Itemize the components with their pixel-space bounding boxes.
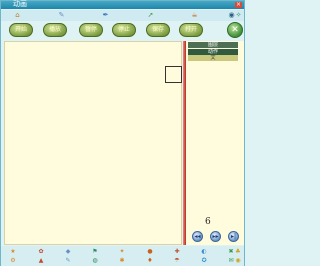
oval-button-3[interactable]: 暂停 xyxy=(79,23,103,37)
oval-button-6[interactable]: 打开 xyxy=(179,23,203,37)
brush-icon[interactable]: ✒ xyxy=(101,11,110,20)
panel-divider[interactable] xyxy=(183,41,186,245)
window-title: 动画 xyxy=(13,0,27,8)
bottom-tool-icon[interactable]: ✱ xyxy=(118,257,126,265)
prev-frame-button[interactable]: ◂◂ xyxy=(192,231,203,242)
bottom-tool-icon[interactable]: ✚ xyxy=(173,248,181,256)
right-panel: 图层 动作 文 6 ◂◂ ▸▸ ▸| xyxy=(183,41,244,245)
bottom-tool-icon[interactable]: ● xyxy=(146,248,154,256)
home-icon[interactable]: ⌂ xyxy=(13,11,22,20)
oval-button-1[interactable]: 开始 xyxy=(9,23,33,37)
bottom-tool-icon[interactable]: ★ xyxy=(9,248,17,256)
bottom-tool-icon[interactable]: ✦ xyxy=(118,248,126,256)
oval-button-4[interactable]: 停止 xyxy=(112,23,136,37)
bottom-tool-icon[interactable]: ♣ xyxy=(234,248,242,256)
bottom-toolbar: ★ ✿ ◆ ⚑ ✦ ● ✚ ◐ ✖ ♣ ⚙ ▲ ✎ ◍ ✱ ♦ ☂ ✪ ✉ ◉ xyxy=(1,246,244,266)
confirm-round-button[interactable]: ✕ xyxy=(227,22,243,38)
arrow-icon[interactable]: ➚ xyxy=(146,11,155,20)
oval-button-2[interactable]: 播放 xyxy=(43,23,67,37)
app-window: 动画 × ⌂ ✎ ✒ ➚ ☕ ◉ ✧ ✕ 开始 播放 暂停 停止 保存 打开 图层 动作 文 6 ◂◂… xyxy=(0,0,245,266)
bottom-tool-icon[interactable]: ▲ xyxy=(37,257,45,265)
bottom-tool-icon[interactable]: ◐ xyxy=(200,248,208,256)
oval-button-5[interactable]: 保存 xyxy=(146,23,170,37)
drawing-canvas[interactable] xyxy=(4,41,182,245)
list-item[interactable]: 文 xyxy=(188,55,238,61)
bottom-tool-icon[interactable]: ⚑ xyxy=(91,248,99,256)
frame-number: 6 xyxy=(205,217,211,227)
bottom-tool-icon[interactable]: ✎ xyxy=(64,257,72,265)
icon-toolbar: ⌂ ✎ ✒ ➚ ☕ ◉ ✧ xyxy=(1,10,244,21)
bottom-tool-icon[interactable]: ☂ xyxy=(173,257,181,265)
bottom-tool-icon[interactable]: ◉ xyxy=(234,257,242,265)
bottom-tool-icon[interactable]: ♦ xyxy=(146,257,154,265)
bottom-tool-icon[interactable]: ◍ xyxy=(91,257,99,265)
bottom-tool-icon[interactable]: ✪ xyxy=(200,257,208,265)
next-frame-button[interactable]: ▸▸ xyxy=(210,231,221,242)
bottom-tool-icon[interactable]: ✿ xyxy=(37,248,45,256)
list-item[interactable]: 图层 xyxy=(188,42,238,48)
bottom-tool-icon[interactable]: ⚙ xyxy=(9,257,17,265)
selection-box[interactable] xyxy=(165,66,182,83)
bottom-tool-icon[interactable]: ◆ xyxy=(64,248,72,256)
layer-list: 图层 动作 文 xyxy=(188,42,238,62)
list-item[interactable]: 动作 xyxy=(188,48,238,55)
last-frame-button[interactable]: ▸| xyxy=(228,231,239,242)
cup-icon[interactable]: ☕ xyxy=(190,11,199,20)
button-toolbar: ✕ 开始 播放 暂停 停止 保存 打开 xyxy=(1,22,244,40)
pencil-icon[interactable]: ✎ xyxy=(57,11,66,20)
close-button[interactable]: × xyxy=(235,2,242,8)
wrench-icon[interactable]: ✧ xyxy=(234,11,243,20)
title-bar: 动画 × xyxy=(1,0,244,9)
